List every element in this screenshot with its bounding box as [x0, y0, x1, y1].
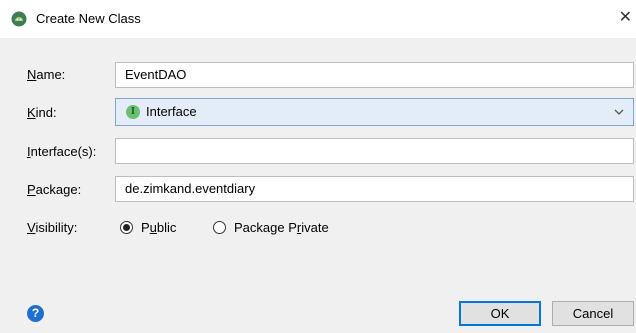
interfaces-input[interactable]: [115, 138, 634, 164]
name-label: Name:: [27, 67, 66, 82]
package-private-radio[interactable]: [213, 221, 226, 234]
interfaces-label: Interface(s):: [27, 144, 97, 159]
package-input[interactable]: de.zimkand.eventdiary: [115, 176, 634, 202]
package-value: de.zimkand.eventdiary: [125, 181, 256, 196]
interface-type-icon: I: [126, 105, 140, 119]
public-radio-label[interactable]: Public: [141, 220, 176, 236]
android-studio-icon: [11, 11, 27, 27]
name-value: EventDAO: [125, 67, 187, 82]
package-private-radio-label[interactable]: Package Private: [234, 220, 329, 236]
public-radio[interactable]: [120, 221, 133, 234]
ok-button[interactable]: OK: [459, 301, 541, 326]
help-icon[interactable]: ?: [27, 305, 44, 322]
visibility-label: Visibility:: [27, 220, 78, 235]
kind-label: Kind:: [27, 105, 57, 120]
name-input[interactable]: EventDAO: [115, 62, 634, 88]
title-bar: Create New Class ✕: [0, 0, 636, 38]
chevron-down-icon: [614, 109, 624, 115]
close-icon[interactable]: ✕: [619, 9, 632, 27]
radio-selected-dot: [123, 224, 130, 231]
kind-selected-value: Interface: [146, 104, 197, 119]
package-label: Package:: [27, 182, 82, 197]
cancel-button[interactable]: Cancel: [552, 301, 634, 326]
window-title: Create New Class: [36, 11, 141, 26]
kind-dropdown[interactable]: I Interface: [115, 98, 634, 126]
